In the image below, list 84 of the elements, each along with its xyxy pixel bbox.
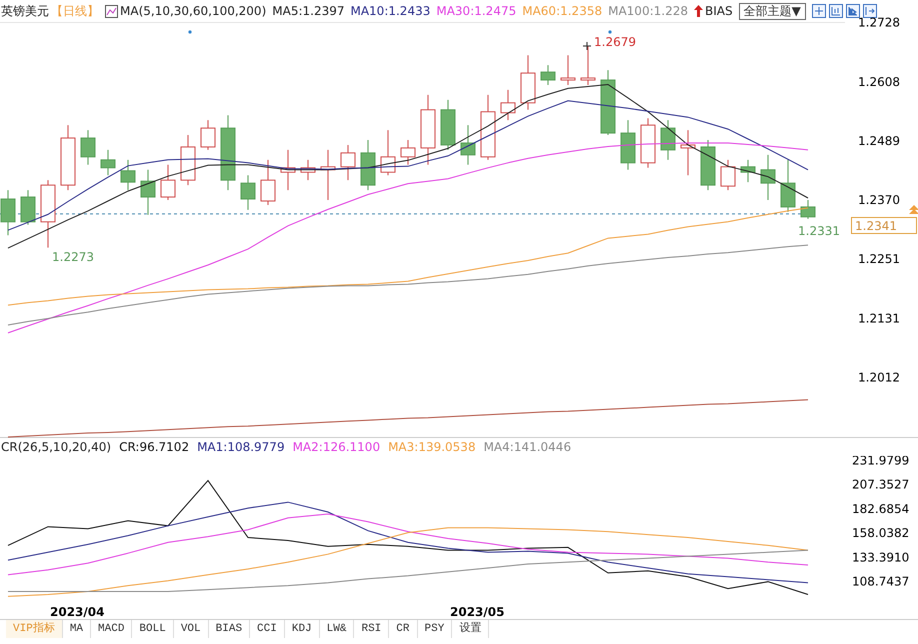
marker-dot bbox=[608, 30, 612, 34]
toolbar-icon[interactable] bbox=[812, 4, 826, 18]
indicator-tick: 207.3527 bbox=[852, 478, 910, 492]
candle bbox=[680, 130, 696, 176]
toolbar-icon[interactable] bbox=[828, 4, 843, 18]
candle bbox=[200, 120, 216, 150]
candle bbox=[600, 70, 616, 136]
candle bbox=[660, 120, 676, 160]
candle bbox=[100, 149, 116, 176]
candle bbox=[460, 124, 476, 166]
indicator-tick: 108.7437 bbox=[852, 574, 910, 588]
indicator-label: MA(5,10,30,60,100,200) bbox=[120, 4, 266, 18]
candle bbox=[580, 46, 596, 86]
ma-value: MA10:1.2433 bbox=[350, 4, 430, 18]
candle bbox=[360, 140, 376, 191]
candle bbox=[480, 94, 496, 160]
candle bbox=[180, 134, 196, 186]
price-tick: 1.2251 bbox=[858, 252, 900, 266]
candle bbox=[500, 89, 516, 121]
high-label: 1.2679 bbox=[594, 35, 636, 49]
toolbar-icon[interactable] bbox=[862, 4, 877, 18]
candle bbox=[520, 54, 536, 110]
candle bbox=[140, 169, 156, 216]
indicator-value: MA4:141.0446 bbox=[484, 440, 572, 454]
indicator-value: MA1:108.9779 bbox=[197, 440, 285, 454]
candle bbox=[800, 200, 816, 220]
candle bbox=[320, 149, 336, 200]
candle bbox=[640, 118, 656, 168]
current-price-tag: 1.2341 bbox=[851, 217, 917, 234]
theme-dropdown[interactable]: 全部主题▼ bbox=[738, 2, 806, 20]
candle bbox=[720, 159, 736, 191]
candle bbox=[160, 164, 176, 200]
candle bbox=[740, 159, 756, 183]
price-tick: 1.2012 bbox=[858, 370, 900, 385]
candle bbox=[20, 190, 36, 226]
candle bbox=[240, 174, 256, 210]
period-label: 【日线】 bbox=[51, 2, 99, 20]
toolbar-icon[interactable] bbox=[846, 4, 860, 18]
candle bbox=[400, 140, 416, 166]
low-label: 1.2273 bbox=[52, 250, 94, 264]
candle bbox=[0, 190, 16, 236]
indicator-tick: 182.6854 bbox=[852, 502, 910, 516]
candle bbox=[620, 120, 636, 170]
price-tick: 1.2489 bbox=[858, 134, 900, 148]
candle bbox=[540, 64, 556, 86]
indicator-value: MA3:139.0538 bbox=[388, 440, 476, 454]
candle bbox=[380, 130, 396, 176]
indicator-value: CR:96.7102 bbox=[119, 440, 190, 454]
price-tick: 1.2370 bbox=[858, 193, 900, 207]
date-label: 2023/04 bbox=[50, 605, 104, 619]
indicator-value: MA2:126.1100 bbox=[292, 440, 380, 454]
high-marker bbox=[582, 42, 592, 50]
bias-label: BIAS bbox=[704, 4, 733, 18]
candle bbox=[120, 159, 136, 191]
price-tick: 1.2131 bbox=[858, 312, 900, 326]
ma-value: MA60:1.2358 bbox=[522, 4, 602, 18]
candle bbox=[60, 124, 76, 191]
candle bbox=[80, 130, 96, 166]
indicator-tick: 133.3910 bbox=[852, 550, 910, 564]
candle bbox=[700, 140, 716, 191]
chart-icon[interactable] bbox=[105, 4, 118, 18]
candle bbox=[280, 149, 296, 191]
marker-dot bbox=[188, 30, 192, 34]
symbol-title: 英镑美元 bbox=[1, 2, 49, 20]
up-arrow-icon bbox=[909, 205, 918, 214]
date-label: 2023/05 bbox=[450, 605, 504, 619]
ma-value: MA30:1.2475 bbox=[436, 4, 516, 18]
candle bbox=[420, 94, 436, 166]
ma-value: MA5:1.2397 bbox=[272, 4, 344, 18]
up-arrow-icon bbox=[694, 5, 703, 17]
candle bbox=[780, 159, 796, 212]
candle bbox=[260, 159, 276, 206]
candle bbox=[440, 99, 456, 150]
candle bbox=[340, 144, 356, 181]
candle bbox=[300, 159, 316, 181]
ma-value: MA100:1.228 bbox=[608, 4, 688, 18]
candle bbox=[760, 154, 776, 200]
price-tick: 1.2728 bbox=[858, 16, 900, 30]
candle bbox=[40, 180, 56, 248]
price-tick: 1.2608 bbox=[858, 75, 900, 89]
indicator-title: CR(26,5,10,20,40) bbox=[1, 440, 112, 454]
low-label: 1.2331 bbox=[798, 224, 840, 238]
indicator-tick: 158.0382 bbox=[852, 526, 910, 540]
candle bbox=[560, 54, 576, 86]
